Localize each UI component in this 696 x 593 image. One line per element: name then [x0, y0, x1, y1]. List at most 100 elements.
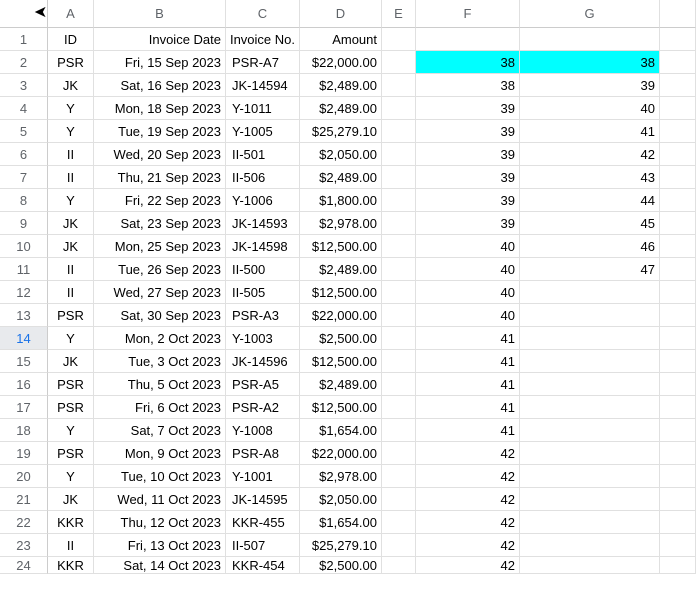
cell-E3[interactable]	[382, 74, 416, 97]
cell-D14[interactable]: $2,500.00	[300, 327, 382, 350]
cell-A18[interactable]: Y	[48, 419, 94, 442]
cell-C14[interactable]: Y-1003	[226, 327, 300, 350]
cell-D1[interactable]: Amount	[300, 28, 382, 51]
cell-F5[interactable]: 39	[416, 120, 520, 143]
cell-E12[interactable]	[382, 281, 416, 304]
cell-E17[interactable]	[382, 396, 416, 419]
cell-G5[interactable]: 41	[520, 120, 660, 143]
cell-F9[interactable]: 39	[416, 212, 520, 235]
cell-B11[interactable]: Tue, 26 Sep 2023	[94, 258, 226, 281]
row-header-13[interactable]: 13	[0, 304, 48, 327]
cell-A3[interactable]: JK	[48, 74, 94, 97]
cell-C18[interactable]: Y-1008	[226, 419, 300, 442]
cell-D20[interactable]: $2,978.00	[300, 465, 382, 488]
cell-edge-17[interactable]	[660, 396, 696, 419]
cell-G10[interactable]: 46	[520, 235, 660, 258]
cell-D16[interactable]: $2,489.00	[300, 373, 382, 396]
cell-C11[interactable]: II-500	[226, 258, 300, 281]
cell-D7[interactable]: $2,489.00	[300, 166, 382, 189]
cell-D6[interactable]: $2,050.00	[300, 143, 382, 166]
cell-F19[interactable]: 42	[416, 442, 520, 465]
cell-edge-5[interactable]	[660, 120, 696, 143]
cell-F10[interactable]: 40	[416, 235, 520, 258]
cell-C10[interactable]: JK-14598	[226, 235, 300, 258]
cell-E20[interactable]	[382, 465, 416, 488]
cell-B2[interactable]: Fri, 15 Sep 2023	[94, 51, 226, 74]
spreadsheet-grid[interactable]: ABCDEFG1IDInvoice DateInvoice No.Amount2…	[0, 0, 696, 574]
cell-A4[interactable]: Y	[48, 97, 94, 120]
cell-E23[interactable]	[382, 534, 416, 557]
cell-B13[interactable]: Sat, 30 Sep 2023	[94, 304, 226, 327]
cell-A13[interactable]: PSR	[48, 304, 94, 327]
cell-C12[interactable]: II-505	[226, 281, 300, 304]
cell-B18[interactable]: Sat, 7 Oct 2023	[94, 419, 226, 442]
cell-E16[interactable]	[382, 373, 416, 396]
row-header-21[interactable]: 21	[0, 488, 48, 511]
row-header-22[interactable]: 22	[0, 511, 48, 534]
cell-edge-21[interactable]	[660, 488, 696, 511]
cell-A19[interactable]: PSR	[48, 442, 94, 465]
column-header-A[interactable]: A	[48, 0, 94, 28]
cell-G22[interactable]	[520, 511, 660, 534]
cell-D24[interactable]: $2,500.00	[300, 557, 382, 574]
cell-A22[interactable]: KKR	[48, 511, 94, 534]
row-header-16[interactable]: 16	[0, 373, 48, 396]
cell-edge-14[interactable]	[660, 327, 696, 350]
cell-B23[interactable]: Fri, 13 Oct 2023	[94, 534, 226, 557]
cell-E11[interactable]	[382, 258, 416, 281]
cell-D5[interactable]: $25,279.10	[300, 120, 382, 143]
cell-F22[interactable]: 42	[416, 511, 520, 534]
cell-C3[interactable]: JK-14594	[226, 74, 300, 97]
cell-edge-20[interactable]	[660, 465, 696, 488]
cell-D12[interactable]: $12,500.00	[300, 281, 382, 304]
column-header-C[interactable]: C	[226, 0, 300, 28]
cell-F15[interactable]: 41	[416, 350, 520, 373]
cell-F21[interactable]: 42	[416, 488, 520, 511]
cell-E1[interactable]	[382, 28, 416, 51]
cell-D15[interactable]: $12,500.00	[300, 350, 382, 373]
cell-D13[interactable]: $22,000.00	[300, 304, 382, 327]
cell-B12[interactable]: Wed, 27 Sep 2023	[94, 281, 226, 304]
row-header-17[interactable]: 17	[0, 396, 48, 419]
cell-F3[interactable]: 38	[416, 74, 520, 97]
cell-G18[interactable]	[520, 419, 660, 442]
row-header-8[interactable]: 8	[0, 189, 48, 212]
cell-G16[interactable]	[520, 373, 660, 396]
cell-E7[interactable]	[382, 166, 416, 189]
cell-edge-19[interactable]	[660, 442, 696, 465]
cell-D22[interactable]: $1,654.00	[300, 511, 382, 534]
row-header-14[interactable]: 14	[0, 327, 48, 350]
cell-B17[interactable]: Fri, 6 Oct 2023	[94, 396, 226, 419]
cell-B24[interactable]: Sat, 14 Oct 2023	[94, 557, 226, 574]
cell-D21[interactable]: $2,050.00	[300, 488, 382, 511]
cell-E5[interactable]	[382, 120, 416, 143]
cell-edge-13[interactable]	[660, 304, 696, 327]
cell-B9[interactable]: Sat, 23 Sep 2023	[94, 212, 226, 235]
cell-G12[interactable]	[520, 281, 660, 304]
column-header-B[interactable]: B	[94, 0, 226, 28]
cell-B1[interactable]: Invoice Date	[94, 28, 226, 51]
cell-C1[interactable]: Invoice No.	[226, 28, 300, 51]
cell-D10[interactable]: $12,500.00	[300, 235, 382, 258]
cell-E8[interactable]	[382, 189, 416, 212]
cell-G1[interactable]	[520, 28, 660, 51]
cell-G19[interactable]	[520, 442, 660, 465]
cell-A9[interactable]: JK	[48, 212, 94, 235]
row-header-5[interactable]: 5	[0, 120, 48, 143]
cell-D9[interactable]: $2,978.00	[300, 212, 382, 235]
cell-E4[interactable]	[382, 97, 416, 120]
cell-C22[interactable]: KKR-455	[226, 511, 300, 534]
cell-C19[interactable]: PSR-A8	[226, 442, 300, 465]
cell-F7[interactable]: 39	[416, 166, 520, 189]
cell-G4[interactable]: 40	[520, 97, 660, 120]
row-header-24[interactable]: 24	[0, 557, 48, 574]
cell-C23[interactable]: II-507	[226, 534, 300, 557]
cell-F6[interactable]: 39	[416, 143, 520, 166]
cell-F20[interactable]: 42	[416, 465, 520, 488]
cell-edge-4[interactable]	[660, 97, 696, 120]
cell-F4[interactable]: 39	[416, 97, 520, 120]
row-header-4[interactable]: 4	[0, 97, 48, 120]
cell-C17[interactable]: PSR-A2	[226, 396, 300, 419]
cell-C20[interactable]: Y-1001	[226, 465, 300, 488]
cell-G15[interactable]	[520, 350, 660, 373]
